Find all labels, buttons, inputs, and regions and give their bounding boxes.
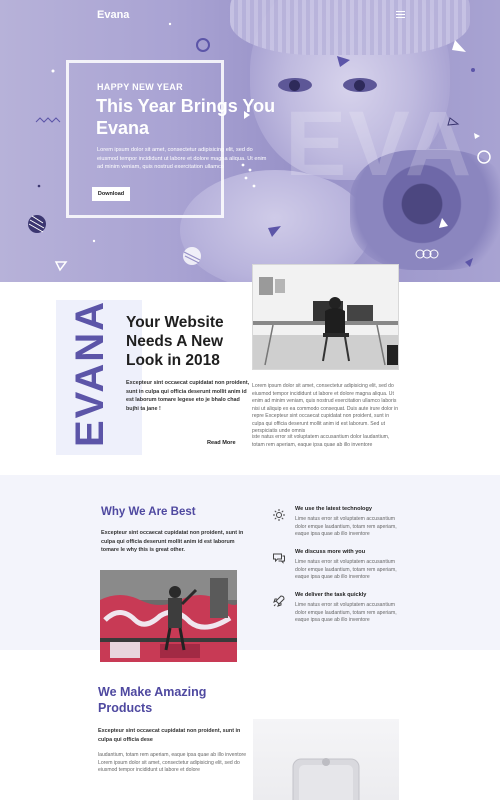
why-section-background [0,475,500,650]
graffiti-photo [100,570,237,662]
feature-text: Lime natus error sit voluptatem accusant… [295,516,397,537]
intro-title: Your Website Needs A New Look in 2018 [126,314,224,369]
workspace-photo-illustration [253,265,398,369]
brand-logo[interactable]: Evana [97,9,129,21]
product-photo [253,719,399,800]
products-title: We Make Amazing Products [98,685,207,715]
products-text: Excepteur sint occaecat cupidatat non pr… [98,728,241,743]
chat-icon [273,553,285,564]
products-paragraph: laudantium, totam rem aperiam, eaque ips… [98,752,247,773]
intro-paragraph-2: iste natus error sit voluptatem accusant… [252,434,390,448]
download-button[interactable]: Download [92,187,130,201]
why-text: Excepteur sint occaecat cupidatat non pr… [101,530,244,553]
hero-body: Lorem ipsum dolor sit amet, consectetur … [97,147,267,170]
intro-text: Excepteur sint occaecat cupidatat non pr… [126,380,250,412]
feature-title: We deliver the task quickly [295,592,367,598]
workspace-photo [252,264,399,370]
vertical-brand-word: EVANA [68,299,112,447]
hero-eyebrow: HAPPY NEW YEAR [97,82,183,92]
feature-text: Lime natus error sit voluptatem accusant… [295,559,397,580]
product-device-illustration [292,758,360,800]
why-title: Why We Are Best [101,506,196,518]
hamburger-menu-icon[interactable] [396,11,405,19]
intro-paragraph-1: Lorem ipsum dolor sit amet, consectetur … [252,383,399,434]
rocket-icon [273,595,285,607]
graffiti-photo-illustration [100,570,237,662]
gear-icon [273,509,285,521]
hero-banner: EVA Evana HAPPY NEW YEAR This Year Bring… [0,0,500,282]
feature-title: We discuss more with you [295,549,366,555]
feature-text: Lime natus error sit voluptatem accusant… [295,602,397,623]
feature-title: We use the latest technology [295,506,372,512]
hero-title: This Year Brings You Evana [96,96,276,138]
read-more-link[interactable]: Read More [207,438,237,450]
